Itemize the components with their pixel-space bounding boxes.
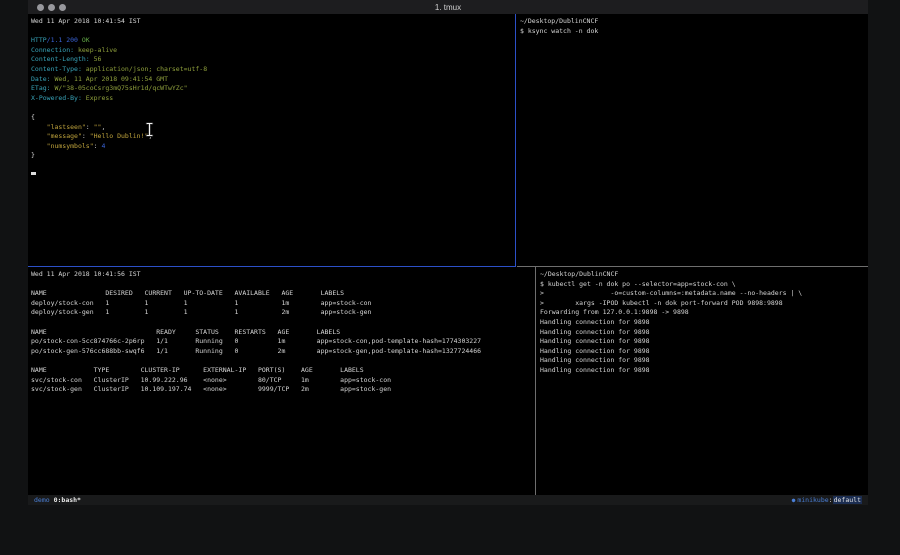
terminal-line: NAME DESIRED CURRENT UP-TO-DATE AVAILABL… [31,289,535,299]
terminal-line: "lastseen": "", [31,123,515,133]
terminal-line: svc/stock-gen ClusterIP 10.109.197.74 <n… [31,385,535,395]
terminal-line [31,103,515,113]
terminal-line: HTTP/1.1 200 OK [31,36,515,46]
terminal-line: > xargs -IPOD kubectl -n dok port-forwar… [540,299,868,309]
terminal-line: X-Powered-By: Express [31,94,515,104]
terminal-line: Date: Wed, 11 Apr 2018 09:41:54 GMT [31,75,515,85]
terminal-line: Handling connection for 9898 [540,318,868,328]
terminal-line [31,356,535,366]
terminal-line: > -o=custom-columns=:metadata.name --no-… [540,289,868,299]
desktop: 1. tmux Wed 11 Apr 2018 10:41:54 IST HTT… [0,0,900,555]
tmux-window-tab[interactable]: 0:bash* [54,496,81,504]
terminal-line: Handling connection for 9898 [540,328,868,338]
tmux-panes-area: Wed 11 Apr 2018 10:41:54 IST HTTP/1.1 20… [28,14,868,495]
terminal-line: Handling connection for 9898 [540,366,868,376]
terminal-line: NAME READY STATUS RESTARTS AGE LABELS [31,328,535,338]
terminal-line: ETag: W/"38-05coCsrg3mQ75sHr1d/qcWTwYZc" [31,84,515,94]
terminal-line: { [31,113,515,123]
terminal-line: svc/stock-con ClusterIP 10.99.222.96 <no… [31,376,535,386]
terminal-line: Handling connection for 9898 [540,337,868,347]
pane-ksync-watch[interactable]: ~/Desktop/DublinCNCF$ ksync watch -n dok [517,14,868,267]
window-title: 1. tmux [28,3,868,12]
terminal-line: ~/Desktop/DublinCNCF [520,17,868,27]
terminal-line: "numsymbols": 4 [31,142,515,152]
minimize-window-button[interactable] [48,4,55,11]
terminal-line: deploy/stock-con 1 1 1 1 1m app=stock-co… [31,299,535,309]
terminal-line: deploy/stock-gen 1 1 1 1 2m app=stock-ge… [31,308,535,318]
pane-http-response[interactable]: Wed 11 Apr 2018 10:41:54 IST HTTP/1.1 20… [28,14,516,267]
window-titlebar[interactable]: 1. tmux [28,0,868,14]
terminal-line: Handling connection for 9898 [540,356,868,366]
zoom-window-button[interactable] [59,4,66,11]
terminal-line [31,318,535,328]
status-bar-left: demo 0:bash* [34,496,81,504]
helm-icon: ● [792,497,796,504]
terminal-line: Connection: keep-alive [31,46,515,56]
terminal-line: NAME TYPE CLUSTER-IP EXTERNAL-IP PORT(S)… [31,366,535,376]
terminal-line: } [31,151,515,161]
terminal-line: Content-Type: application/json; charset=… [31,65,515,75]
terminal-line: po/stock-con-5cc874766c-2p6rp 1/1 Runnin… [31,337,535,347]
terminal-line [31,280,535,290]
terminal-line: "message": "Hello Dublin!", [31,132,515,142]
pane-port-forward[interactable]: ~/Desktop/DublinCNCF$ kubectl get -n dok… [537,267,868,495]
pane-kubectl-resources[interactable]: Wed 11 Apr 2018 10:41:56 IST NAME DESIRE… [28,267,536,495]
close-window-button[interactable] [37,4,44,11]
terminal-window: 1. tmux Wed 11 Apr 2018 10:41:54 IST HTT… [28,0,868,505]
terminal-line: ~/Desktop/DublinCNCF [540,270,868,280]
tmux-status-bar: demo 0:bash* ● minikube : default [28,495,868,505]
tmux-session-name: demo [34,496,54,504]
terminal-line: $ ksync watch -n dok [520,27,868,37]
terminal-line: Handling connection for 9898 [540,347,868,357]
terminal-line: Wed 11 Apr 2018 10:41:56 IST [31,270,535,280]
terminal-cursor [31,172,36,175]
terminal-line: Forwarding from 127.0.0.1:9898 -> 9898 [540,308,868,318]
terminal-line: Content-Length: 56 [31,55,515,65]
terminal-line [31,27,515,37]
traffic-light-buttons [37,0,66,14]
terminal-line: $ kubectl get -n dok po --selector=app=s… [540,280,868,290]
kube-context-name: minikube [797,496,828,504]
status-bar-right: ● minikube : default [792,496,862,504]
terminal-line: Wed 11 Apr 2018 10:41:54 IST [31,17,515,27]
mouse-cursor-ibeam-icon [145,122,154,137]
kube-namespace: default [833,496,862,504]
terminal-line: po/stock-gen-576cc688bb-swqf6 1/1 Runnin… [31,347,535,357]
